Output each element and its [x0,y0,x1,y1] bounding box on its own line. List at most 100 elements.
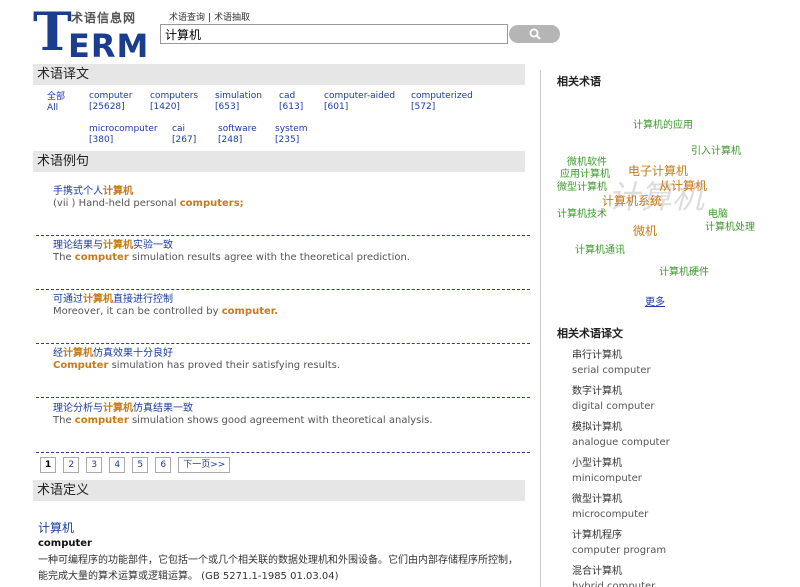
related-translation-item[interactable]: 小型计算机 minicomputer [572,456,642,486]
cloud-term[interactable]: 计算机通讯 [575,244,625,257]
cloud-term[interactable]: 微机 [633,225,657,238]
example-highlight: Computer [53,360,109,371]
cloud-term[interactable]: 计算机技术 [557,208,607,221]
translation-count: [1420] [150,102,180,112]
translation-computerized[interactable]: computerized [572] [411,91,473,113]
related-translation-item[interactable]: 模拟计算机 analogue computer [572,420,670,450]
related-translation-item[interactable]: 串行计算机 serial computer [572,348,651,378]
related-en: analogue computer [572,437,670,448]
example-chinese[interactable]: 理论结果与计算机实验一致 [53,236,173,251]
logo-letters-erm: ERM [68,27,150,65]
next-page-button[interactable]: 下一页>> [178,457,231,473]
translation-software[interactable]: software [248] [218,124,257,146]
translation-label: cai [172,124,185,134]
translation-label: computers [150,91,199,101]
translation-computer-aided[interactable]: computer-aided [601] [324,91,395,113]
translation-label: computerized [411,91,473,101]
cloud-term[interactable]: 电子计算机 [628,165,688,178]
cloud-term[interactable]: 计算机的应用 [633,119,693,132]
translation-count: [601] [324,102,349,112]
example-highlight: computers; [179,198,244,209]
cloud-term[interactable]: 应用计算机 [560,168,610,181]
examples-heading: 术语例句 [33,151,525,172]
translation-label: cad [279,91,296,101]
example-highlight: 计算机 [103,403,133,414]
cloud-term[interactable]: 计算机系统 [602,195,662,208]
example-text: 直接进行控制 [113,294,173,305]
example-text: 仿真效果十分良好 [93,348,173,359]
example-text: (vii ) Hand-held personal [53,198,180,209]
more-link[interactable]: 更多 [645,293,665,308]
search-input[interactable] [160,24,508,44]
related-cn: 小型计算机 [572,458,622,469]
cloud-term[interactable]: 引入计算机 [691,145,741,158]
definition-term[interactable]: 计算机 [38,519,74,536]
example-chinese[interactable]: 手携式个人计算机 [53,182,133,197]
related-translation-item[interactable]: 计算机程序 computer program [572,528,666,558]
translation-microcomputer[interactable]: microcomputer [380] [89,124,158,146]
translation-count: [267] [172,135,197,145]
tab-term-extract[interactable]: 术语抽取 [211,13,253,23]
example-text: simulation shows good agreement with the… [128,415,433,426]
translation-all[interactable]: 全部 All [47,92,65,114]
cloud-term[interactable]: 微型计算机 [557,181,607,194]
definition-english: computer [38,538,92,549]
example-highlight: 计算机 [103,240,133,251]
example-text: simulation results agree with the theore… [128,252,410,263]
translation-count: [380] [89,135,114,145]
logo[interactable]: T 术语信息网 ERM [33,2,148,65]
cloud-term[interactable]: 从计算机 [659,180,707,193]
page-5[interactable]: 5 [132,457,149,473]
translation-label: microcomputer [89,124,158,134]
example-text: 理论分析与 [53,403,103,414]
translation-count: [25628] [89,102,125,112]
related-en: hybrid computer [572,581,656,587]
example-text: 可通过 [53,294,83,305]
related-translation-item[interactable]: 数字计算机 digital computer [572,384,655,414]
example-highlight: 计算机 [83,294,113,305]
cloud-term[interactable]: 计算机硬件 [659,266,709,279]
related-translation-item[interactable]: 混合计算机 hybrid computer [572,564,655,587]
translation-count: [653] [215,102,240,112]
example-english: The computer simulation results agree wi… [53,252,410,263]
example-highlight: computer [74,415,129,426]
cloud-term[interactable]: 电脑 [708,208,728,221]
related-cn: 模拟计算机 [572,422,622,433]
translation-simulation[interactable]: simulation [653] [215,91,262,113]
example-chinese[interactable]: 经计算机仿真效果十分良好 [53,344,173,359]
search-button[interactable] [509,25,560,43]
logo-letter-t: T [33,2,72,63]
column-divider [540,70,541,587]
example-chinese[interactable]: 理论分析与计算机仿真结果一致 [53,399,193,414]
translation-cai[interactable]: cai [267] [172,124,196,146]
translation-computers[interactable]: computers [1420] [150,91,198,113]
translation-computer[interactable]: computer [25628] [89,91,132,113]
related-en: computer program [572,545,667,556]
translation-system[interactable]: system [235] [275,124,308,146]
translation-cad[interactable]: cad [613] [279,91,303,113]
page-2[interactable]: 2 [63,457,80,473]
tab-separator [209,13,211,22]
translation-count: [235] [275,135,300,145]
example-text: 仿真结果一致 [133,403,193,414]
page-3[interactable]: 3 [86,457,103,473]
logo-chinese-title: 术语信息网 [71,11,137,25]
translation-label: computer [89,91,133,101]
definition-heading: 术语定义 [33,480,525,501]
example-item: 理论结果与计算机实验一致 The computer simulation res… [36,236,530,290]
example-highlight: computer. [221,306,279,317]
example-item: 可通过计算机直接进行控制 Moreover, it can be control… [36,290,530,344]
translation-count: All [47,103,59,113]
example-text: The [53,252,75,263]
related-translation-item[interactable]: 微型计算机 microcomputer [572,492,648,522]
example-text: The [53,415,75,426]
example-highlight: 计算机 [103,186,133,197]
example-english: The computer simulation shows good agree… [53,415,433,426]
example-chinese[interactable]: 可通过计算机直接进行控制 [53,290,173,305]
related-cn: 串行计算机 [572,350,622,361]
page-6[interactable]: 6 [155,457,172,473]
cloud-term[interactable]: 计算机处理 [705,221,755,234]
page-4[interactable]: 4 [109,457,126,473]
tab-term-query[interactable]: 术语查询 [166,13,208,23]
page-1[interactable]: 1 [40,457,57,473]
